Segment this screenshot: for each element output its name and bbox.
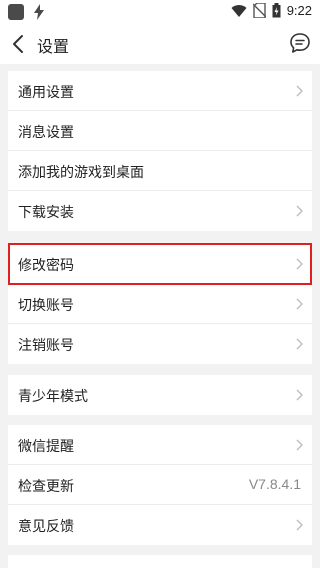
row-label: 注销账号 [18, 338, 74, 354]
settings-row-teen-mode[interactable]: 青少年模式 [8, 375, 312, 415]
status-time: 9:22 [286, 3, 312, 18]
status-bar: 9:22 [0, 0, 320, 24]
settings-row-add-to-desktop[interactable]: 添加我的游戏到桌面 [8, 151, 312, 191]
chevron-right-icon [296, 439, 303, 451]
chevron-right-icon [296, 519, 303, 531]
lightning-icon [34, 4, 44, 20]
row-label: 青少年模式 [18, 389, 88, 405]
chevron-right-icon [296, 389, 303, 401]
status-bar-right: 9:22 [231, 3, 312, 18]
message-bubble-icon[interactable] [289, 32, 311, 54]
chevron-right-icon [296, 205, 303, 217]
app-square-icon [8, 4, 24, 20]
settings-row-delete-account[interactable]: 注销账号 [8, 324, 312, 364]
nav-bar: 设置 [0, 24, 320, 64]
version-value: V7.8.4.1 [248, 476, 301, 492]
settings-group-other: 微信提醒 检查更新 V7.8.4.1 意见反馈 [8, 425, 312, 545]
row-label: 检查更新 [18, 479, 74, 495]
row-label: 切换账号 [18, 298, 74, 314]
chevron-right-icon [296, 298, 303, 310]
settings-row-general[interactable]: 通用设置 [8, 71, 312, 111]
battery-icon [272, 3, 281, 18]
settings-row-check-update[interactable]: 检查更新 V7.8.4.1 [8, 465, 312, 505]
row-label: 下载安装 [18, 205, 74, 221]
settings-row-change-password[interactable]: 修改密码 [8, 244, 312, 284]
settings-group-teen: 青少年模式 [8, 375, 312, 415]
row-label: 意见反馈 [18, 519, 74, 535]
settings-group-general: 通用设置 消息设置 添加我的游戏到桌面 下载安装 [8, 71, 312, 231]
settings-row-download-install[interactable]: 下载安装 [8, 191, 312, 231]
row-label: 修改密码 [18, 258, 74, 274]
chevron-right-icon [296, 258, 303, 270]
wifi-icon [231, 4, 247, 17]
settings-row-wechat-reminder[interactable]: 微信提醒 [8, 425, 312, 465]
chevron-left-icon[interactable] [9, 33, 29, 55]
settings-group-partial [8, 555, 312, 568]
settings-row-switch-account[interactable]: 切换账号 [8, 284, 312, 324]
settings-row-feedback[interactable]: 意见反馈 [8, 505, 312, 545]
settings-group-account: 修改密码 切换账号 注销账号 [8, 244, 312, 364]
settings-row-messages[interactable]: 消息设置 [8, 111, 312, 151]
row-label: 通用设置 [18, 85, 74, 101]
status-bar-left [8, 4, 44, 20]
chevron-right-icon [296, 338, 303, 350]
page-title: 设置 [37, 37, 70, 56]
row-label: 添加我的游戏到桌面 [18, 165, 144, 181]
row-label: 微信提醒 [18, 439, 74, 455]
chevron-right-icon [296, 85, 303, 97]
row-label: 消息设置 [18, 125, 74, 141]
no-sim-icon [252, 3, 266, 18]
